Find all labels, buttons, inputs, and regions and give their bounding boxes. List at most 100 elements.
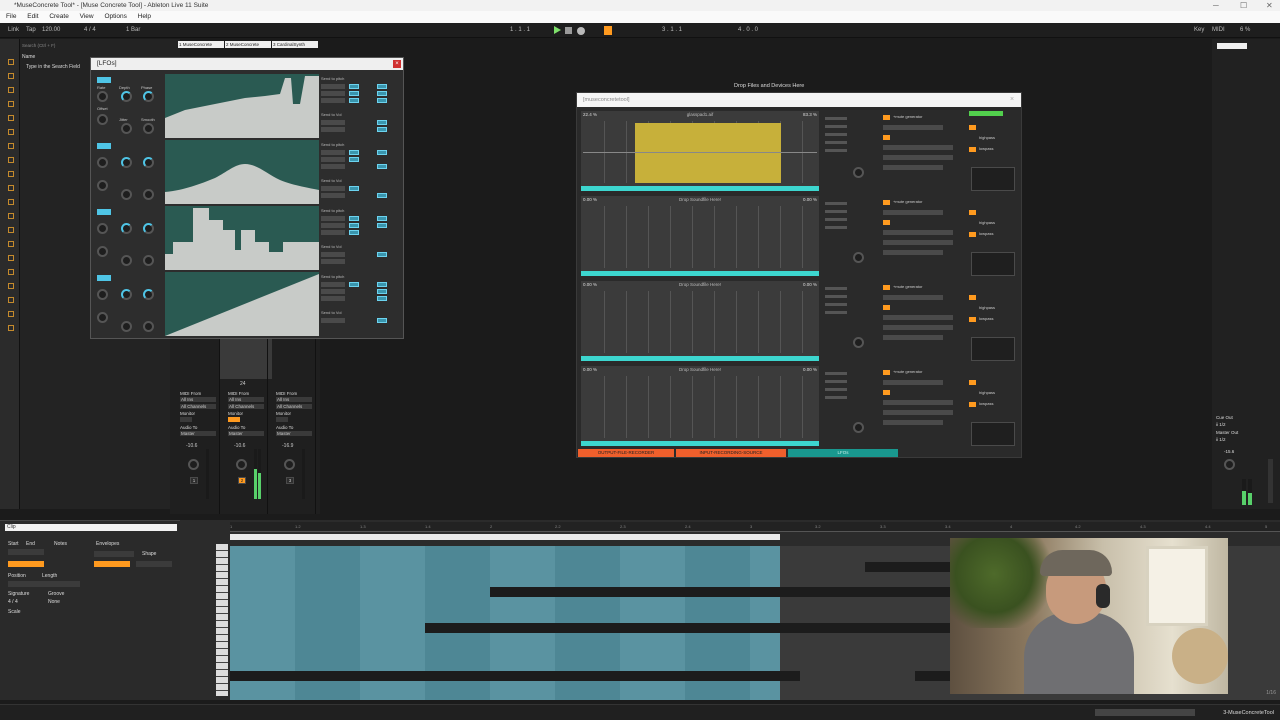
arrangement-position[interactable]: 1 . 1 . 1 (510, 23, 530, 38)
category-icon[interactable] (8, 185, 14, 191)
smooth-knob[interactable] (143, 123, 154, 134)
stop-icon[interactable] (565, 27, 572, 34)
search-input[interactable]: Search (Ctrl + F) (22, 43, 55, 48)
control-field[interactable] (825, 287, 847, 290)
route-toggle[interactable] (377, 318, 387, 323)
place-icon[interactable] (8, 311, 14, 317)
fx-toggle[interactable] (883, 370, 890, 375)
menu-options[interactable]: Options (104, 13, 126, 20)
volume-knob[interactable] (853, 252, 864, 263)
soundfile-slot[interactable]: 0.00 % Drop Soundfile Here! 0.00 % (581, 281, 819, 361)
filter-type[interactable]: highpass (979, 305, 995, 310)
track-activator[interactable]: 3 (286, 477, 294, 484)
tab-track-2[interactable]: 2 MuseConcrete (225, 41, 271, 48)
midi-from-select[interactable]: All Ins (228, 397, 264, 402)
filter-type[interactable]: lowpass (979, 316, 993, 321)
place-icon[interactable] (8, 269, 14, 275)
channel-select[interactable]: All Channels (180, 404, 216, 409)
tab-lfos[interactable]: LFOs (788, 449, 898, 457)
midi-note[interactable] (865, 562, 955, 572)
route-toggle[interactable] (377, 296, 387, 301)
maximize-icon[interactable]: ☐ (1240, 0, 1247, 11)
menu-help[interactable]: Help (138, 13, 151, 20)
envelope-control-select[interactable] (136, 561, 172, 567)
menu-file[interactable]: File (6, 13, 16, 20)
master-out-select[interactable]: ii 1/2 (1216, 437, 1226, 442)
control-field[interactable] (825, 396, 847, 399)
playback-bar[interactable] (581, 356, 819, 361)
route-toggle[interactable] (349, 91, 359, 96)
signature-field[interactable]: 4 / 4 (8, 599, 18, 605)
control-field[interactable] (825, 380, 847, 383)
clip-title-bar[interactable]: Clip (5, 524, 177, 531)
lfo-enable-toggle[interactable] (97, 143, 111, 149)
volume-knob[interactable] (853, 167, 864, 178)
fx-param[interactable] (883, 400, 953, 405)
quantize-menu[interactable]: 1 Bar (126, 23, 140, 38)
master-pan-knob[interactable] (1224, 459, 1235, 470)
filter-toggle[interactable] (969, 380, 976, 385)
route-toggle[interactable] (349, 230, 359, 235)
tap-button[interactable]: Tap (26, 23, 36, 38)
selected-region[interactable] (635, 123, 781, 183)
tempo-field[interactable]: 120.00 (42, 23, 60, 38)
route-toggle[interactable] (377, 84, 387, 89)
piano-roll-keys[interactable] (216, 544, 228, 696)
category-icon[interactable] (8, 87, 14, 93)
control-field[interactable] (825, 372, 847, 375)
track-volume[interactable]: -16.9 (282, 443, 293, 449)
offset-knob[interactable] (97, 180, 108, 191)
route-toggle[interactable] (349, 84, 359, 89)
fx-toggle[interactable] (883, 115, 890, 120)
link-button[interactable]: Link (8, 23, 19, 38)
jitter-knob[interactable] (121, 189, 132, 200)
filter-type[interactable]: highpass (979, 390, 995, 395)
start-field[interactable] (8, 549, 44, 555)
category-icon[interactable] (8, 143, 14, 149)
phase-knob[interactable] (143, 289, 154, 300)
lfo-enable-toggle[interactable] (97, 209, 111, 215)
horizontal-scrollbar[interactable] (1095, 709, 1195, 716)
route-toggle[interactable] (377, 289, 387, 294)
fx-param[interactable] (883, 335, 943, 340)
smooth-knob[interactable] (143, 255, 154, 266)
loop-start[interactable]: 3 . 1 . 1 (662, 23, 682, 38)
filter-toggle[interactable] (969, 317, 976, 322)
track-activator[interactable]: 1 (190, 477, 198, 484)
place-icon[interactable] (8, 283, 14, 289)
place-icon[interactable] (8, 227, 14, 233)
route-toggle[interactable] (377, 120, 387, 125)
filter-type[interactable]: lowpass (979, 231, 993, 236)
filter-graph[interactable] (971, 167, 1015, 191)
selected-track-name[interactable]: 3-MuseConcreteTool (1223, 705, 1274, 720)
minimize-icon[interactable]: ─ (1213, 0, 1219, 11)
midi-from-select[interactable]: All Ins (180, 397, 216, 402)
midi-from-select[interactable]: All Ins (276, 397, 312, 402)
volume-knob[interactable] (853, 337, 864, 348)
lfo-enable-toggle[interactable] (97, 77, 111, 83)
filter-type[interactable]: highpass (979, 135, 995, 140)
category-icon[interactable] (8, 157, 14, 163)
fx-param[interactable] (883, 410, 953, 415)
place-icon[interactable] (8, 241, 14, 247)
audio-to-select[interactable]: Master (276, 431, 312, 436)
rate-knob[interactable] (97, 157, 108, 168)
offset-knob[interactable] (97, 114, 108, 125)
fx-param[interactable] (883, 155, 953, 160)
control-field[interactable] (825, 202, 847, 205)
loop-length[interactable]: 4 . 0 . 0 (738, 23, 758, 38)
soundfile-slot[interactable]: 22.4 % glasspad1.aif 83.3 % (581, 111, 819, 191)
filter-type[interactable]: lowpass (979, 401, 993, 406)
envelopes-tab[interactable]: Envelopes (96, 541, 119, 547)
control-field[interactable] (825, 141, 847, 144)
soundfile-slot[interactable]: 0.00 % Drop Soundfile Here! 0.00 % (581, 196, 819, 276)
phase-knob[interactable] (143, 157, 154, 168)
playback-bar[interactable] (581, 441, 819, 446)
soundfile-slot[interactable]: 0.00 % Drop Soundfile Here! 0.00 % (581, 366, 819, 446)
offset-knob[interactable] (97, 246, 108, 257)
track-volume[interactable]: -10.6 (234, 443, 245, 449)
menu-view[interactable]: View (80, 13, 94, 20)
beat-ruler[interactable]: 1 1.2 1.3 1.4 2 2.2 2.3 2.4 3 3.2 3.3 3.… (230, 522, 1280, 532)
midi-map-button[interactable]: MIDI (1212, 23, 1225, 38)
control-field[interactable] (825, 125, 847, 128)
